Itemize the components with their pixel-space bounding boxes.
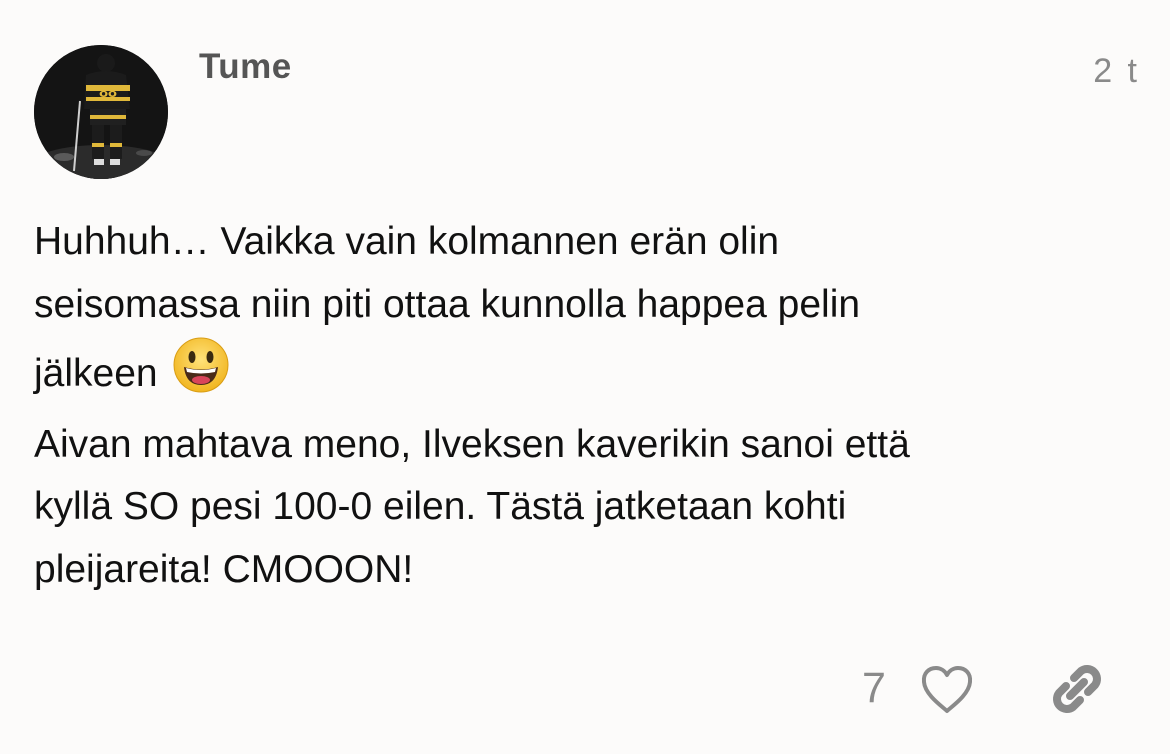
post-body-line-with-emoji: jälkeen: [34, 336, 1114, 414]
post-card: 88 Tume 2 t Huhhuh… Vaikka vain kolmanne…: [0, 0, 1170, 754]
heart-outline-icon: [921, 666, 973, 713]
post-body-line: jälkeen: [34, 352, 158, 395]
post-body-line: Huhhuh… Vaikka vain kolmannen erän olin: [34, 220, 780, 263]
smiling-face-emoji-icon: [172, 336, 230, 414]
post-timestamp: 2 t: [1093, 52, 1140, 90]
author-name[interactable]: Tume: [199, 47, 292, 87]
post-body-line: seisomassa niin piti ottaa kunnolla happ…: [34, 282, 861, 326]
like-button[interactable]: [919, 664, 975, 716]
svg-text:88: 88: [99, 84, 117, 101]
like-count: 7: [862, 664, 886, 712]
link-icon: [1053, 665, 1101, 713]
post-body-line: pleijareita! CMOOON!: [34, 547, 414, 591]
share-link-button[interactable]: [1048, 660, 1106, 718]
post-body-line: kyllä SO pesi 100-0 eilen. Tästä jatketa…: [34, 485, 847, 528]
avatar-image: 88: [34, 45, 168, 179]
avatar[interactable]: 88: [34, 45, 168, 179]
post-body: Huhhuh… Vaikka vain kolmannen erän olin …: [34, 211, 1114, 601]
post-body-line: Aivan mahtava meno, Ilveksen kaverikin s…: [34, 422, 910, 466]
